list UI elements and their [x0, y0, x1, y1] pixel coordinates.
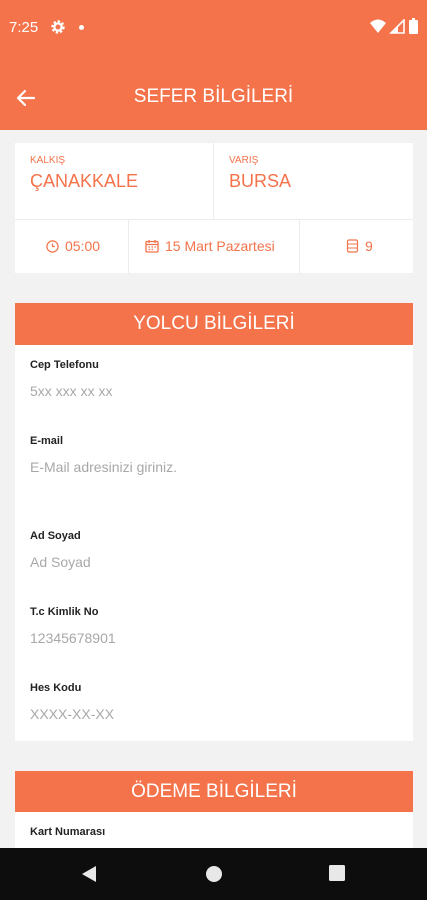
arrival-label: VARIŞ [229, 155, 259, 166]
divider [299, 220, 300, 273]
system-navigation-bar [0, 848, 427, 900]
national-id-label: T.c Kimlik No [30, 606, 99, 618]
seat-icon [346, 239, 359, 253]
page-title: SEFER BİLGİLERİ [133, 86, 294, 107]
payment-form: Kart Numarası [15, 812, 413, 852]
seat-number-value: 9 [365, 238, 373, 254]
phone-input[interactable] [30, 383, 390, 399]
departure-date: 15 Mart Pazartesi [145, 238, 275, 254]
departure-label: KALKIŞ [30, 155, 66, 166]
arrival-city: BURSA [229, 171, 292, 191]
full-name-label: Ad Soyad [30, 530, 81, 542]
status-bar: 7:25 [0, 0, 427, 56]
hes-code-label: Hes Kodu [30, 682, 82, 694]
departure-date-value: 15 Mart Pazartesi [165, 238, 275, 254]
email-input[interactable] [30, 459, 390, 475]
passenger-form: Cep Telefonu E-mail Ad Soyad T.c Kimlik … [15, 345, 413, 741]
payment-info-header: ÖDEME BİLGİLERİ [15, 771, 413, 813]
gear-icon [51, 20, 65, 34]
divider [213, 143, 214, 219]
nav-back-icon[interactable] [81, 865, 97, 883]
departure-time-value: 05:00 [65, 238, 101, 254]
clock-icon [46, 239, 59, 253]
divider [128, 220, 129, 273]
divider [15, 219, 413, 220]
email-label: E-mail [30, 435, 64, 447]
notification-dot-icon [79, 25, 84, 30]
seat-number: 9 [346, 238, 373, 254]
national-id-input[interactable] [30, 630, 390, 646]
nav-recents-icon[interactable] [329, 865, 345, 881]
app-bar: SEFER BİLGİLERİ [0, 56, 427, 130]
hes-code-input[interactable] [30, 706, 390, 722]
calendar-icon [145, 240, 159, 253]
phone-label: Cep Telefonu [30, 359, 99, 371]
passenger-info-header: YOLCU BİLGİLERİ [15, 303, 413, 345]
departure-time: 05:00 [46, 238, 100, 254]
signal-icon [389, 19, 405, 34]
wifi-icon [370, 19, 386, 33]
battery-icon [409, 18, 418, 34]
departure-city: ÇANAKKALE [30, 171, 139, 191]
trip-summary-card: KALKIŞ ÇANAKKALE VARIŞ BURSA 05:00 15 Ma… [15, 143, 413, 273]
status-time: 7:25 [9, 19, 39, 36]
full-name-input[interactable] [30, 554, 390, 570]
nav-home-icon[interactable] [205, 865, 223, 883]
card-number-label: Kart Numarası [30, 826, 106, 838]
